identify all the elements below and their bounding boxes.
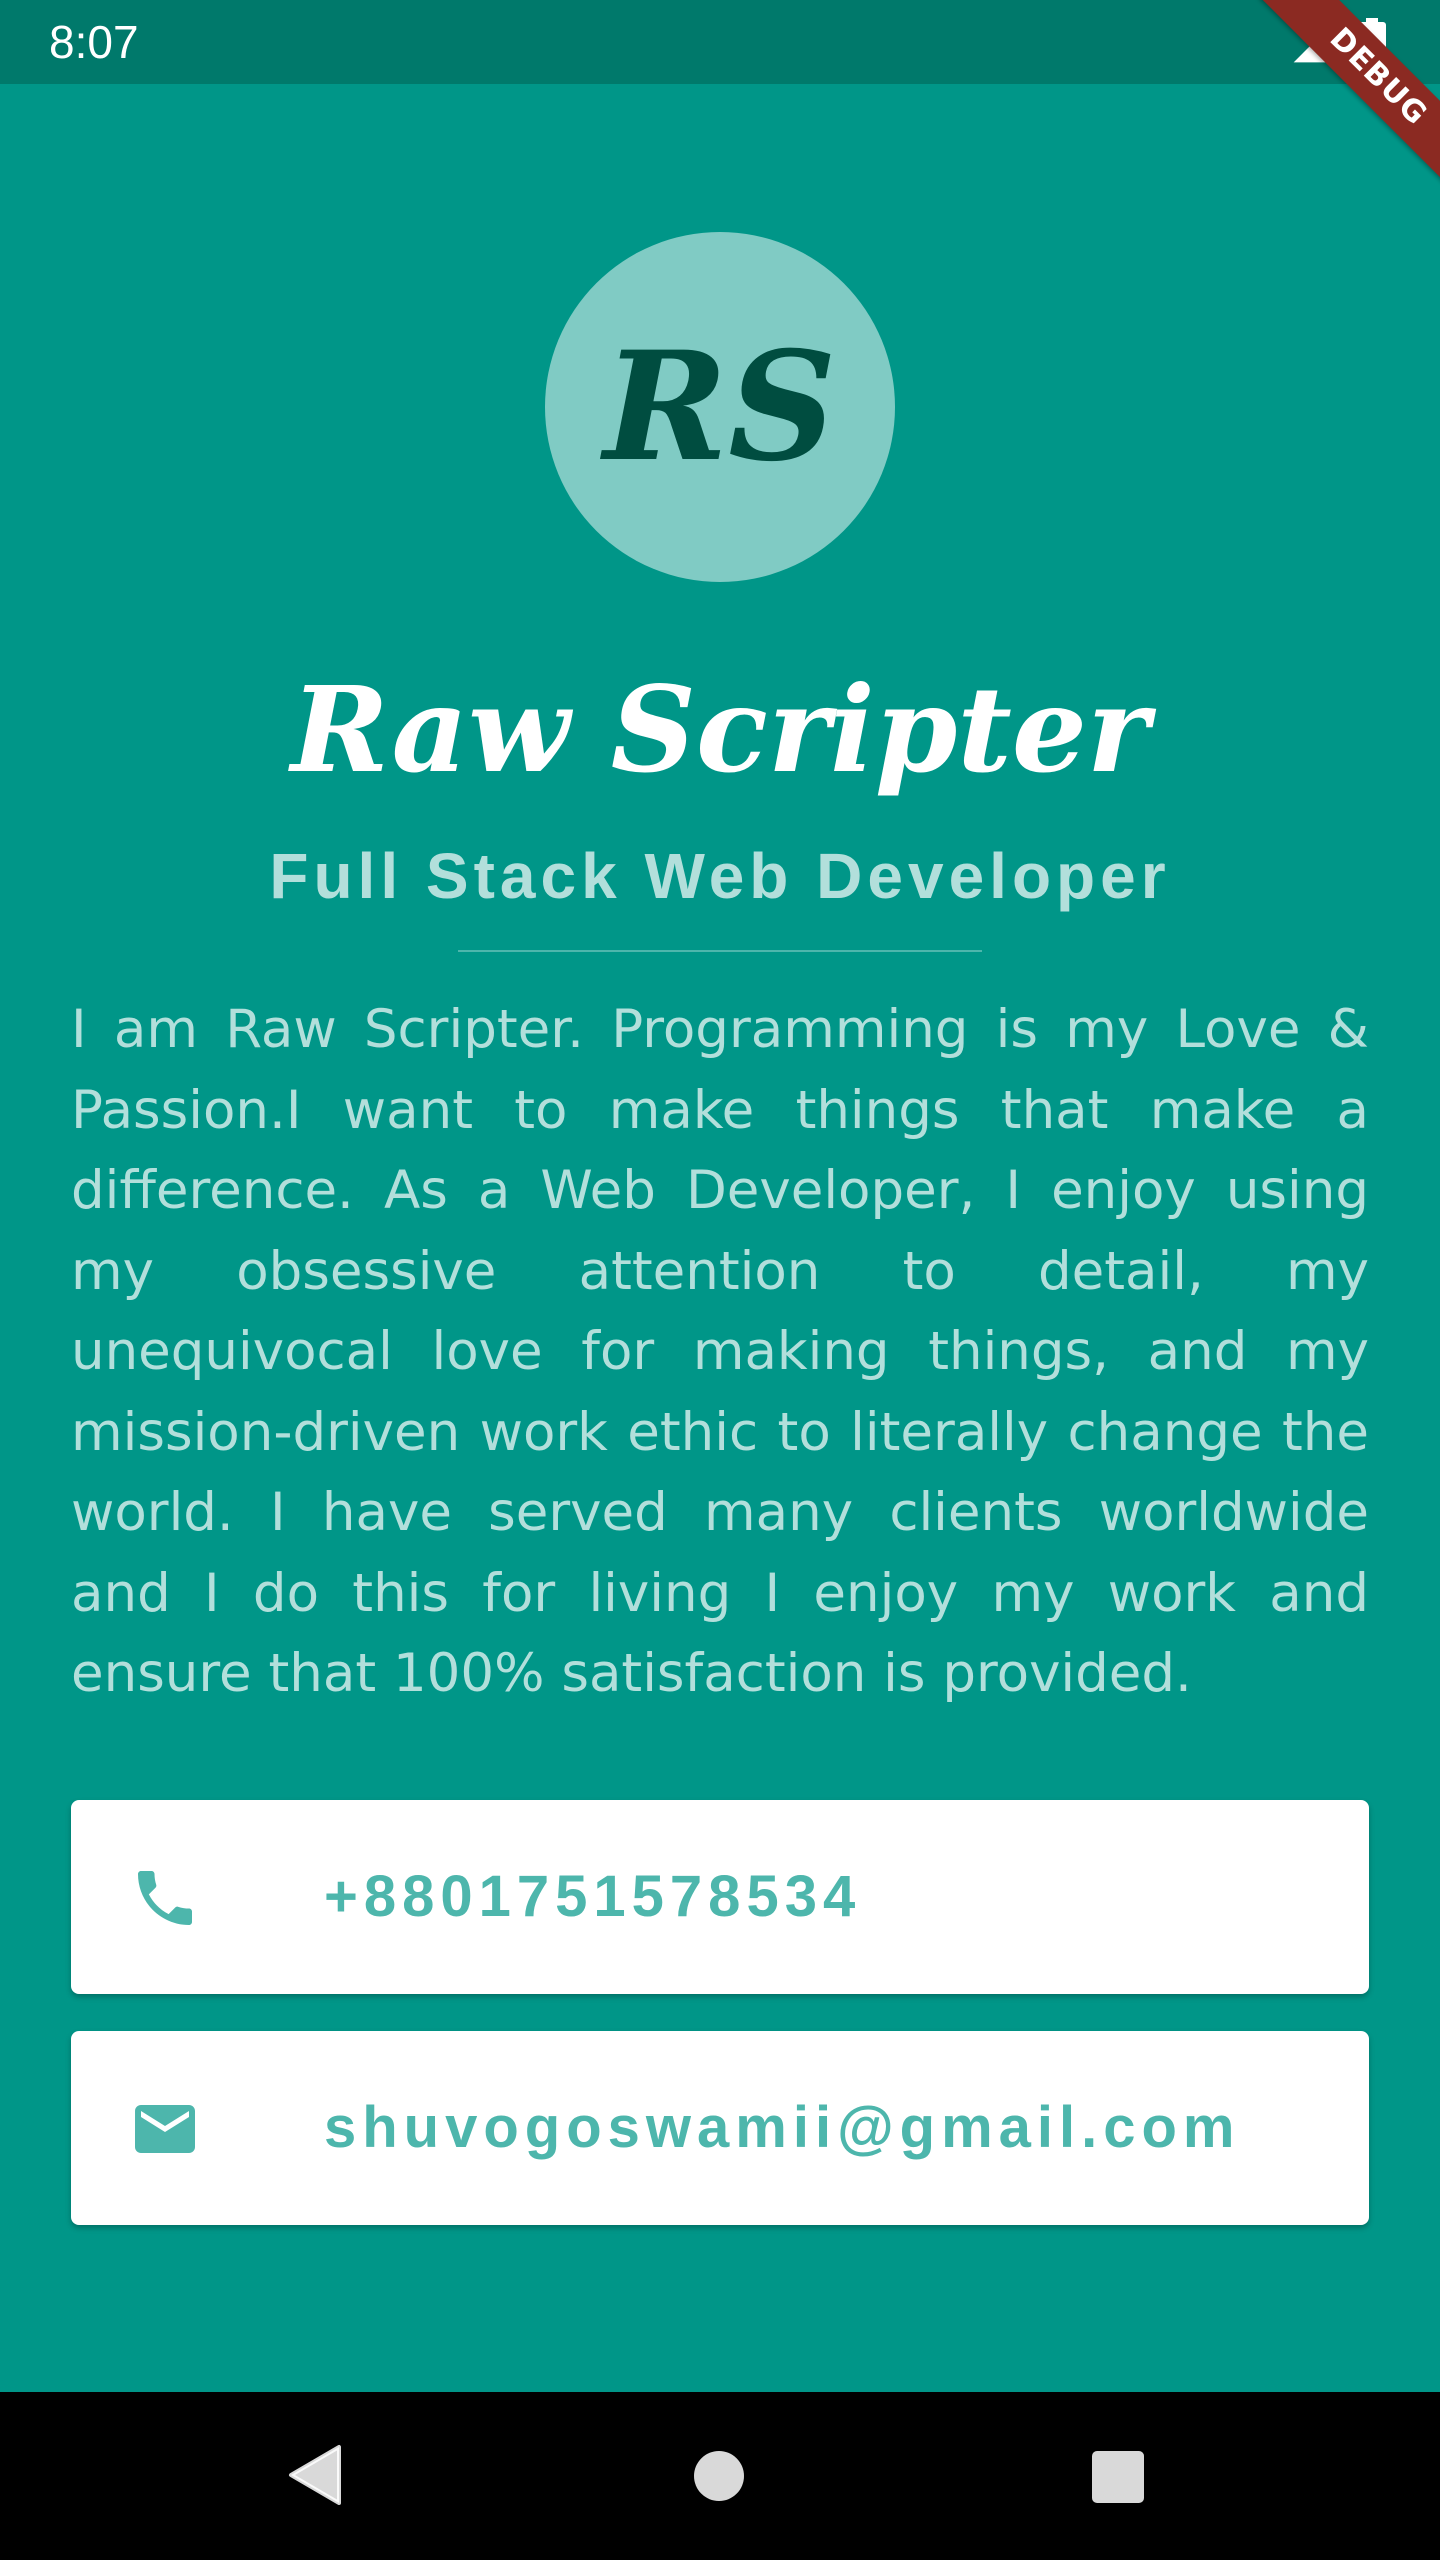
profile-title: Full Stack Web Developer (269, 840, 1171, 912)
phone-number: +8801751578534 (324, 1864, 862, 1929)
phone-icon (138, 1871, 192, 1925)
back-triangle-icon[interactable] (287, 2443, 343, 2507)
email-icon (135, 2105, 195, 2153)
avatar-initials: RS (603, 319, 837, 495)
profile-bio: I am Raw Scripter. Programming is my Lov… (71, 999, 1369, 1704)
status-bar: 8:07 (0, 0, 1440, 84)
signal-icon (1293, 25, 1331, 63)
divider (458, 950, 982, 952)
email-card[interactable]: shuvogoswamii@gmail.com (71, 2031, 1369, 2225)
phone-card[interactable]: +8801751578534 (71, 1800, 1369, 1994)
email-address: shuvogoswamii@gmail.com (324, 2095, 1241, 2160)
profile-name: Raw Scripter (290, 660, 1150, 799)
battery-icon (1358, 18, 1386, 66)
home-circle-icon[interactable] (694, 2451, 744, 2501)
recents-square-icon[interactable] (1092, 2451, 1144, 2503)
status-time: 8:07 (49, 16, 139, 68)
navigation-bar (0, 2392, 1440, 2560)
avatar: RS (545, 232, 895, 582)
